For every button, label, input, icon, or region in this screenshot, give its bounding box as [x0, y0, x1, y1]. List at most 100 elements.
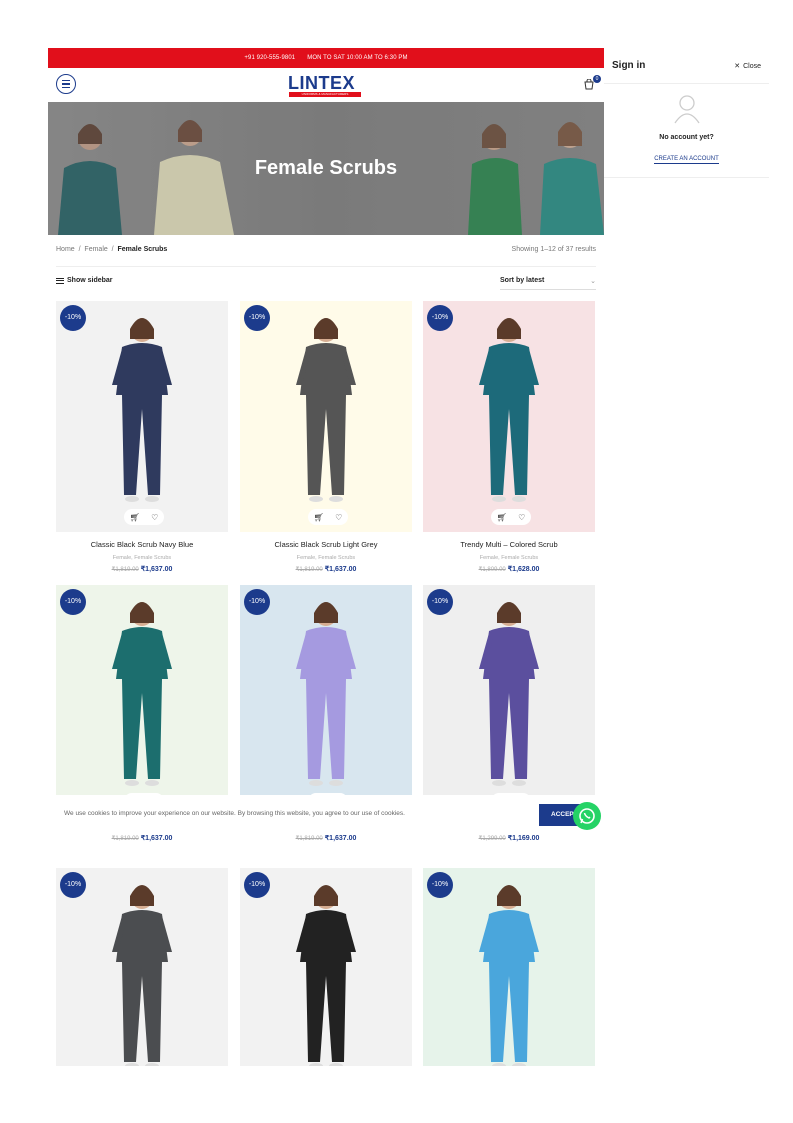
product-price: ₹1,809.00 ₹1,628.00 — [423, 565, 595, 573]
product-photo — [240, 868, 412, 1066]
product-image[interactable]: -10% 🛒︎ ♡ — [240, 301, 412, 532]
user-icon — [674, 95, 700, 124]
add-to-cart-icon[interactable]: 🛒︎ — [314, 513, 324, 522]
phone-number[interactable]: +91 920-555-9801 — [244, 55, 295, 61]
show-sidebar-label: Show sidebar — [67, 277, 113, 284]
discount-badge: -10% — [60, 589, 86, 615]
product-actions: 🛒︎ ♡ — [308, 509, 348, 525]
product-price: ₹1,299.00 ₹1,169.00 — [423, 834, 595, 842]
sale-price: ₹1,637.00 — [324, 835, 357, 842]
discount-badge: -10% — [244, 872, 270, 898]
breadcrumb: Home / Female / Female Scrubs — [56, 246, 167, 253]
product-photo — [56, 301, 228, 532]
product-actions: 🛒︎ ♡ — [491, 509, 531, 525]
breadcrumb-home[interactable]: Home — [56, 246, 75, 253]
hamburger-icon — [56, 277, 64, 284]
cart-count-badge: 0 — [593, 75, 601, 83]
discount-badge: -10% — [427, 872, 453, 898]
no-account-text: No account yet? — [659, 134, 714, 141]
close-button[interactable]: ✕ Close — [734, 62, 761, 71]
discount-badge: -10% — [60, 305, 86, 331]
sale-price: ₹1,637.00 — [140, 835, 173, 842]
sale-price: ₹1,628.00 — [507, 566, 540, 573]
product-categories: Female, Female Scrubs — [479, 555, 539, 561]
signin-panel: Sign in ✕ Close No account yet? CREATE A… — [604, 48, 769, 178]
divider — [604, 177, 769, 178]
product-image[interactable]: -10% 🛒︎ ♡ — [240, 585, 412, 816]
sale-price: ₹1,637.00 — [324, 566, 357, 573]
signin-title: Sign in — [612, 60, 646, 71]
breadcrumb-current: Female Scrubs — [117, 246, 168, 253]
product-image[interactable]: -10% 🛒︎ ♡ — [56, 585, 228, 816]
add-to-cart-icon[interactable]: 🛒︎ — [130, 513, 140, 522]
whatsapp-button[interactable] — [573, 802, 601, 830]
discount-badge: -10% — [60, 872, 86, 898]
product-photo — [56, 868, 228, 1066]
product-image[interactable]: -10% — [56, 868, 228, 1066]
divider — [56, 266, 596, 267]
create-account-link[interactable]: CREATE AN ACCOUNT — [604, 156, 769, 164]
sort-label: Sort by latest — [500, 277, 545, 284]
menu-button[interactable] — [56, 74, 76, 94]
product-image[interactable]: -10% — [423, 868, 595, 1066]
old-price: ₹1,819.00 — [295, 567, 323, 573]
discount-badge: -10% — [244, 305, 270, 331]
breadcrumb-separator: / — [111, 246, 114, 253]
product-actions: 🛒︎ ♡ — [124, 509, 164, 525]
old-price: ₹1,819.00 — [111, 567, 139, 573]
product-card[interactable]: -10% — [56, 868, 228, 1066]
product-card[interactable]: -10% 🛒︎ ♡ Classic Black Scrub Light Grey… — [240, 301, 412, 573]
product-photo — [240, 585, 412, 816]
product-image[interactable]: -10% 🛒︎ ♡ — [423, 585, 595, 816]
product-categories: Female, Female Scrubs — [296, 555, 356, 561]
product-image[interactable]: -10% — [240, 868, 412, 1066]
product-categories: Female, Female Scrubs — [112, 555, 172, 561]
cart-button[interactable]: 0 — [583, 75, 601, 92]
wishlist-heart-icon[interactable]: ♡ — [518, 513, 525, 522]
product-price: ₹1,819.00 ₹1,637.00 — [56, 834, 228, 842]
product-photo — [56, 585, 228, 816]
old-price: ₹1,299.00 — [478, 836, 506, 842]
cookie-notice: We use cookies to improve your experienc… — [48, 795, 604, 835]
opening-hours: MON TO SAT 10:00 AM TO 6:30 PM — [307, 55, 408, 61]
close-label: Close — [743, 62, 761, 70]
site-header: LINTEX UNIFORMS & MANUFACTURERS 0 — [48, 68, 604, 102]
product-photo — [423, 301, 595, 532]
product-name[interactable]: Trendy Multi – Colored Scrub — [423, 540, 595, 549]
logo-text: LINTEX — [288, 73, 356, 93]
old-price: ₹1,819.00 — [111, 836, 139, 842]
site-logo[interactable]: LINTEX UNIFORMS & MANUFACTURERS — [288, 73, 362, 99]
sort-select[interactable]: Sort by latest ⌄ — [500, 277, 596, 290]
show-sidebar-button[interactable]: Show sidebar — [56, 277, 113, 284]
product-photo — [423, 868, 595, 1066]
add-to-cart-icon[interactable]: 🛒︎ — [497, 513, 507, 522]
product-card[interactable]: -10% 🛒︎ ♡ Classic Black Scrub Navy Blue … — [56, 301, 228, 573]
create-account-label: CREATE AN ACCOUNT — [654, 156, 719, 164]
sale-price: ₹1,169.00 — [507, 835, 540, 842]
hero-banner: Female Scrubs — [48, 102, 604, 235]
whatsapp-icon — [579, 808, 595, 824]
product-name[interactable]: Classic Black Scrub Navy Blue — [56, 540, 228, 549]
product-image[interactable]: -10% 🛒︎ ♡ — [56, 301, 228, 532]
results-count: Showing 1–12 of 37 results — [511, 246, 596, 253]
old-price: ₹1,819.00 — [295, 836, 323, 842]
wishlist-heart-icon[interactable]: ♡ — [335, 513, 342, 522]
product-card[interactable]: -10% — [240, 868, 412, 1066]
product-price: ₹1,819.00 ₹1,637.00 — [56, 565, 228, 573]
cookie-text: We use cookies to improve your experienc… — [64, 810, 405, 817]
product-card[interactable]: -10% 🛒︎ ♡ Trendy Multi – Colored Scrub F… — [423, 301, 595, 573]
divider — [604, 83, 769, 84]
product-image[interactable]: -10% 🛒︎ ♡ — [423, 301, 595, 532]
product-photo — [240, 301, 412, 532]
product-card[interactable]: -10% — [423, 868, 595, 1066]
chevron-down-icon: ⌄ — [590, 278, 596, 285]
wishlist-heart-icon[interactable]: ♡ — [151, 513, 158, 522]
sale-price: ₹1,637.00 — [140, 566, 173, 573]
discount-badge: -10% — [427, 589, 453, 615]
page-title: Female Scrubs — [254, 157, 398, 179]
product-price: ₹1,819.00 ₹1,637.00 — [240, 834, 412, 842]
breadcrumb-female[interactable]: Female — [84, 246, 107, 253]
top-bar: +91 920-555-9801 MON TO SAT 10:00 AM TO … — [48, 48, 604, 68]
close-icon: ✕ — [734, 63, 741, 70]
product-name[interactable]: Classic Black Scrub Light Grey — [240, 540, 412, 549]
